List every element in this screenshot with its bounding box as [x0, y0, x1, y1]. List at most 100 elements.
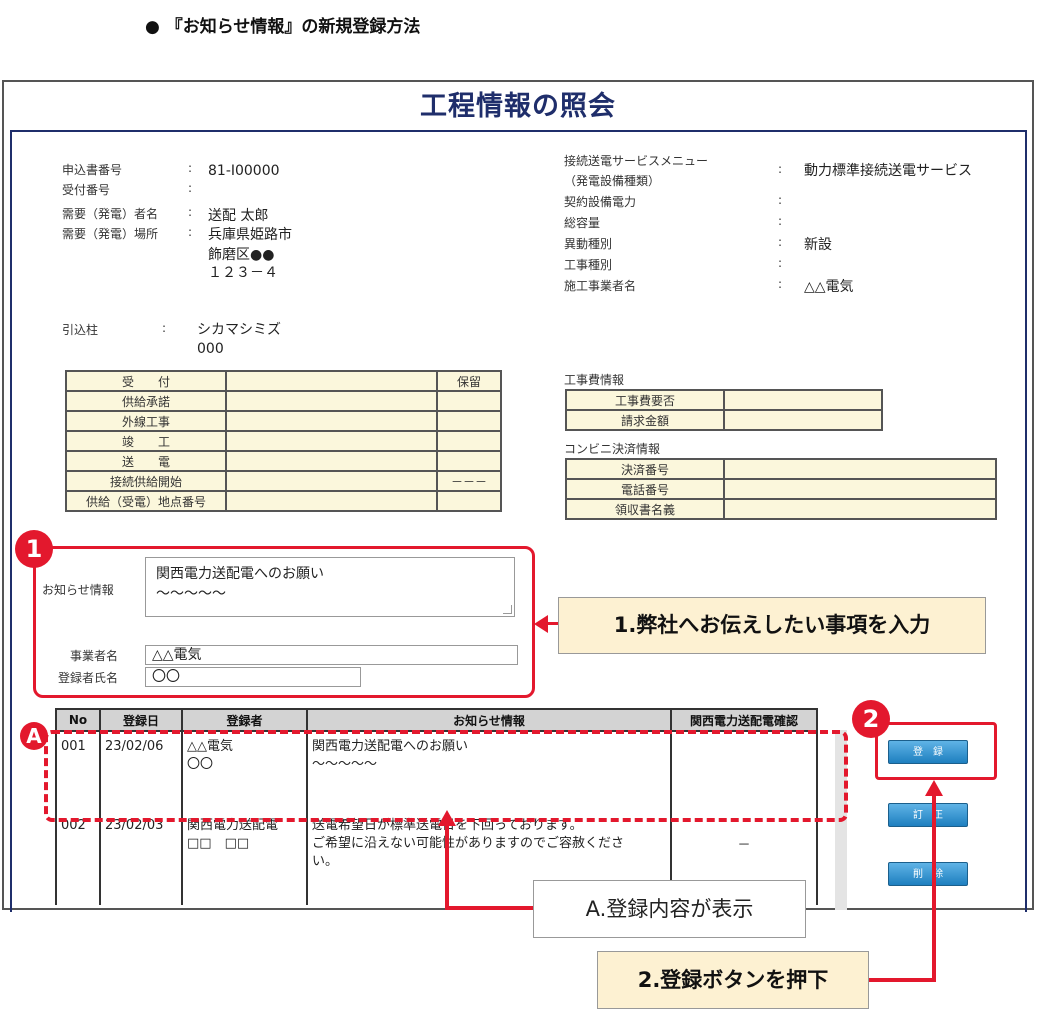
step-badge-2: 2 [852, 700, 890, 738]
list-no: 002 [55, 811, 101, 905]
arrow-up-icon [438, 810, 456, 826]
new-entry-highlight [44, 730, 848, 822]
list-date: 23/02/03 [99, 811, 183, 905]
contract-power-label: 契約設備電力 [564, 195, 637, 209]
table-cell [225, 430, 438, 452]
step-badge-a: A [20, 722, 48, 750]
table-row: 工事費要否 [565, 389, 883, 411]
notice-label: お知らせ情報 [42, 583, 114, 597]
table-cell [225, 390, 438, 412]
cost-info-title: 工事費情報 [564, 373, 625, 387]
table-cell [723, 478, 997, 500]
table-row: 供給（受電）地点番号 [65, 490, 502, 512]
colon: : [188, 225, 193, 239]
table-cell: 工事費要否 [565, 389, 725, 411]
colon: : [188, 205, 193, 219]
registrant-name-label: 登録者氏名 [58, 671, 119, 685]
customer-name-label: 需要（発電）者名 [62, 207, 159, 221]
colon: : [778, 193, 783, 207]
table-cell [723, 409, 883, 431]
table-cell [436, 450, 502, 472]
colon: : [188, 181, 193, 195]
callout-connector [445, 906, 535, 910]
callout-connector [445, 825, 449, 910]
total-capacity-label: 総容量 [564, 216, 601, 230]
cost-info-table: 工事費要否 請求金額 [565, 389, 883, 431]
table-cell: 領収書名義 [565, 498, 725, 520]
info-line: い。 [312, 854, 339, 869]
table-cell: 受 付 [65, 370, 227, 392]
colon: : [778, 214, 783, 228]
table-cell: －－－ [436, 470, 502, 492]
column-header: お知らせ情報 [306, 708, 672, 732]
column-header: 登録者 [181, 708, 308, 732]
column-header: No [55, 708, 101, 732]
table-cell: 請求金額 [565, 409, 725, 431]
table-cell [225, 370, 438, 392]
customer-location-value: 兵庫県姫路市 [208, 227, 292, 243]
arrow-left-icon [534, 615, 548, 633]
company-name-label: 事業者名 [70, 649, 119, 663]
table-cell: 決済番号 [565, 458, 725, 480]
callout-stepA: A.登録内容が表示 [533, 880, 806, 938]
conveni-info-title: コンビニ決済情報 [564, 442, 661, 456]
application-number-value: 81-I00000 [208, 163, 280, 179]
table-row: 送 電 [65, 450, 502, 472]
notice-textarea[interactable]: 関西電力送配電へのお願い ～～～～～ [145, 557, 515, 617]
table-cell [723, 458, 997, 480]
callout-step1: 1.弊社へお伝えしたい事項を入力 [558, 597, 986, 654]
table-row: 受 付 保留 [65, 370, 502, 392]
service-menu-label: 接続送電サービスメニュー [564, 154, 709, 168]
table-row: 接続供給開始 －－－ [65, 470, 502, 492]
customer-location-line3: １２３－４ [208, 265, 278, 281]
list-registrant: 関西電力送配電 □□ □□ [181, 811, 308, 905]
customer-name-value: 送配 太郎 [208, 208, 269, 224]
notice-text-line1: 関西電力送配電へのお願い [156, 566, 324, 582]
progress-table: 受 付 保留 供給承諾 外線工事 竣 工 送 電 接続供給開始 －－－ 供給（受… [65, 370, 502, 512]
company-name-field[interactable]: △△電気 [145, 645, 518, 665]
service-pole-value: シカマシミズ [197, 322, 281, 338]
table-row: 電話番号 [565, 478, 997, 500]
table-cell: 供給（受電）地点番号 [65, 490, 227, 512]
table-cell: 保留 [436, 370, 502, 392]
customer-location-label: 需要（発電）場所 [62, 227, 159, 241]
table-cell: 送 電 [65, 450, 227, 472]
notice-text-line2: ～～～～～ [156, 586, 226, 602]
table-row: 請求金額 [565, 409, 883, 431]
table-cell [723, 389, 883, 411]
colon: : [778, 256, 783, 270]
change-type-label: 異動種別 [564, 237, 613, 251]
table-cell: 接続供給開始 [65, 470, 227, 492]
service-menu-value: 動力標準接続送電サービス [804, 163, 972, 179]
registrant-name-field[interactable]: 〇〇 [145, 667, 361, 687]
colon: : [778, 235, 783, 249]
delete-button[interactable]: 削 除 [888, 862, 968, 886]
page-title: 工程情報の照会 [420, 91, 616, 122]
instruction-heading: ● 『お知らせ情報』の新規登録方法 [145, 17, 421, 37]
column-header: 関西電力送配電確認 [670, 708, 818, 732]
table-cell [436, 490, 502, 512]
generator-type-label: （発電設備種類） [564, 174, 661, 188]
contractor-value: △△電気 [804, 279, 854, 295]
application-number-label: 申込書番号 [62, 163, 123, 177]
table-row: 領収書名義 [565, 498, 997, 520]
column-header: 登録日 [99, 708, 183, 732]
table-cell [436, 430, 502, 452]
contractor-label: 施工事業者名 [564, 279, 637, 293]
resize-grip-icon[interactable] [503, 605, 512, 614]
customer-location-line2: 飾磨区●● [208, 247, 275, 263]
colon: : [778, 162, 783, 176]
table-cell [225, 450, 438, 472]
table-cell [225, 410, 438, 432]
colon: : [162, 321, 167, 335]
service-pole-label: 引込柱 [62, 323, 99, 337]
callout-step2: 2.登録ボタンを押下 [597, 951, 869, 1009]
arrow-up-icon [925, 780, 943, 796]
change-type-value: 新設 [804, 237, 832, 253]
table-cell: 供給承諾 [65, 390, 227, 412]
register-button-highlight [875, 722, 997, 780]
edit-button[interactable]: 訂 正 [888, 803, 968, 827]
callout-connector [866, 978, 936, 982]
table-cell: 電話番号 [565, 478, 725, 500]
step-badge-1: 1 [15, 530, 53, 568]
